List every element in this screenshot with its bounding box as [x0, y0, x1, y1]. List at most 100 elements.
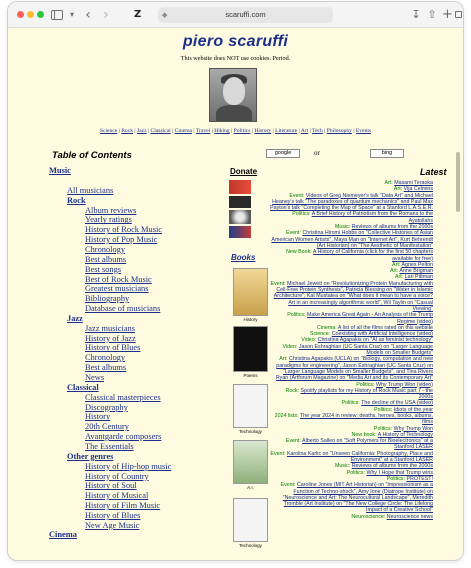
- downloads-icon[interactable]: ↧: [410, 7, 422, 23]
- toc-link[interactable]: Chronology: [85, 245, 125, 254]
- latest-link[interactable]: Jason Eshraghian (UC Santa Cruz) on "Lar…: [299, 344, 433, 356]
- nav-link-tech[interactable]: Tech: [312, 128, 323, 134]
- latest-link[interactable]: Christina Agapakis on "AI as feminist te…: [318, 337, 433, 343]
- latest-link[interactable]: Anne Brigman: [399, 268, 433, 274]
- toc-link[interactable]: History of Musical: [85, 491, 148, 500]
- toc-link[interactable]: Yearly ratings: [85, 215, 132, 224]
- toc-link[interactable]: History of Blues: [85, 343, 140, 352]
- nav-link-literature[interactable]: Literature: [275, 128, 297, 134]
- close-window-button[interactable]: [17, 11, 24, 18]
- latest-link[interactable]: Reviews of albums from the 2000s: [352, 463, 433, 469]
- latest-link[interactable]: Neuroscience news: [387, 514, 433, 520]
- nav-link-events[interactable]: Events: [356, 128, 371, 134]
- book-cover-history[interactable]: [233, 268, 268, 316]
- forward-arrow-icon[interactable]: ›: [100, 7, 112, 23]
- latest-link[interactable]: Spotify playlists for my History of Rock…: [301, 388, 433, 400]
- toc-link[interactable]: Discography: [85, 403, 128, 412]
- latest-link[interactable]: Masami Teraoka: [394, 180, 433, 186]
- toc-link[interactable]: Classical: [67, 383, 99, 392]
- share-icon[interactable]: ⇧: [426, 7, 438, 23]
- latest-link[interactable]: Why Trump Won (video): [376, 382, 433, 388]
- toc-link[interactable]: History of Blues: [85, 511, 140, 520]
- latest-link[interactable]: Idiots of the year: [394, 407, 433, 413]
- toc-link[interactable]: The Essentials: [85, 442, 134, 451]
- toc-link[interactable]: History of Country: [85, 472, 149, 481]
- toc-link[interactable]: History: [85, 412, 110, 421]
- toc-link[interactable]: History of Film Music: [85, 501, 160, 510]
- nav-link-hiking[interactable]: Hiking: [214, 128, 230, 134]
- toc-link[interactable]: Bibliography: [85, 294, 129, 303]
- zoom-window-button[interactable]: [37, 11, 44, 18]
- toc-link[interactable]: Other genres: [67, 452, 113, 461]
- toc-link[interactable]: Music: [49, 166, 71, 175]
- video-thumbnail-image[interactable]: [229, 210, 251, 224]
- latest-link[interactable]: Why I Hope that Trump wins: [366, 470, 433, 476]
- toc-link[interactable]: Rock: [67, 196, 86, 205]
- toc-link[interactable]: Chronology: [85, 353, 125, 362]
- toc-link[interactable]: Jazz musicians: [85, 324, 135, 333]
- latest-link[interactable]: The year 2024 in review: deaths, heroes,…: [300, 413, 433, 425]
- latest-link[interactable]: Lari Pittman: [405, 274, 433, 280]
- video-thumbnail-image[interactable]: [229, 226, 251, 238]
- latest-link[interactable]: Coexisting with Artificial Intelligence …: [332, 331, 433, 337]
- toc-link[interactable]: New Age Music: [85, 521, 139, 530]
- toc-link[interactable]: Greatest musicians: [85, 284, 149, 293]
- latest-link[interactable]: A History of Technology: [378, 432, 433, 438]
- latest-link[interactable]: Agnes Pelton: [401, 262, 433, 268]
- toc-link[interactable]: History of Pop Music: [85, 235, 157, 244]
- book-cover-ai[interactable]: [233, 440, 268, 484]
- latest-link[interactable]: Christina Agapakis (UCLA) on "Biology, c…: [276, 356, 433, 381]
- chevron-down-icon[interactable]: ▾: [68, 7, 76, 23]
- app-logo-image[interactable]: [229, 196, 251, 208]
- toc-link[interactable]: History of Hip-hop music: [85, 462, 171, 471]
- toc-link[interactable]: 20th Century: [85, 422, 129, 431]
- toc-link[interactable]: History of Jazz: [85, 334, 136, 343]
- latest-link[interactable]: PROTEST!: [407, 476, 434, 482]
- toc-link[interactable]: Avantgarde composers: [85, 432, 161, 441]
- toc-link[interactable]: Classical masterpieces: [85, 393, 161, 402]
- bing-search-button[interactable]: bing: [370, 149, 404, 158]
- back-arrow-icon[interactable]: ‹: [82, 7, 94, 23]
- toc-link[interactable]: History of Rock Music: [85, 225, 162, 234]
- latest-link[interactable]: A History of California (click for the f…: [313, 249, 433, 261]
- toc-link[interactable]: All musicians: [67, 186, 113, 195]
- nav-link-rock[interactable]: Rock: [121, 128, 133, 134]
- nav-link-politics[interactable]: Politics: [234, 128, 251, 134]
- latest-link[interactable]: A list of all the films rated on this we…: [338, 325, 433, 331]
- nav-link-travel[interactable]: Travel: [196, 128, 210, 134]
- latest-link[interactable]: A Brief History of Patriotism from the R…: [312, 211, 433, 223]
- nav-link-jazz[interactable]: Jazz: [137, 128, 147, 134]
- latest-link[interactable]: Alberto Salleo on "Soft Polymers for Bio…: [302, 438, 433, 450]
- donate-banner-image[interactable]: [229, 180, 251, 194]
- latest-link[interactable]: Why Trump Won: [394, 426, 433, 432]
- nav-link-philosophy[interactable]: Philosophy: [327, 128, 352, 134]
- book-cover-technology[interactable]: [233, 498, 268, 542]
- toc-link[interactable]: Best of Rock Music: [85, 275, 152, 284]
- toc-link[interactable]: Best albums: [85, 363, 126, 372]
- nav-link-history[interactable]: History: [254, 128, 271, 134]
- tab-overview-icon[interactable]: [454, 7, 463, 23]
- toc-link[interactable]: Database of musicians: [85, 304, 160, 313]
- latest-link[interactable]: Karolina Karlic on "Unseen California: P…: [287, 451, 433, 463]
- nav-link-cinema[interactable]: Cinema: [175, 128, 192, 134]
- minimize-window-button[interactable]: [27, 11, 34, 18]
- sidebar-toggle-icon[interactable]: [50, 7, 64, 23]
- toc-link[interactable]: Best songs: [85, 265, 121, 274]
- toc-link[interactable]: Jazz: [67, 314, 83, 323]
- nav-link-classical[interactable]: Classical: [151, 128, 171, 134]
- latest-link[interactable]: Caroline Jones (MIT Art Historian) on "I…: [283, 482, 433, 513]
- book-cover-technology[interactable]: [233, 384, 268, 428]
- latest-link[interactable]: The decline of the USA (video): [361, 400, 433, 406]
- toc-link[interactable]: News: [85, 373, 104, 382]
- latest-link[interactable]: Make America Great Again - An Analysis o…: [307, 312, 433, 324]
- address-bar[interactable]: scaruffi.com: [158, 7, 333, 23]
- nav-link-science[interactable]: Science: [100, 128, 117, 134]
- latest-link[interactable]: Vija Celmins: [404, 186, 433, 192]
- donate-link[interactable]: Donate: [230, 167, 257, 176]
- new-tab-icon[interactable]: +: [442, 7, 453, 23]
- google-search-button[interactable]: google: [266, 149, 300, 158]
- toc-link[interactable]: Best albums: [85, 255, 126, 264]
- book-cover-poems[interactable]: [233, 326, 268, 372]
- books-link[interactable]: Books: [231, 253, 255, 262]
- latest-link[interactable]: Michael Jewett on "Revolutionizing Prote…: [274, 281, 433, 312]
